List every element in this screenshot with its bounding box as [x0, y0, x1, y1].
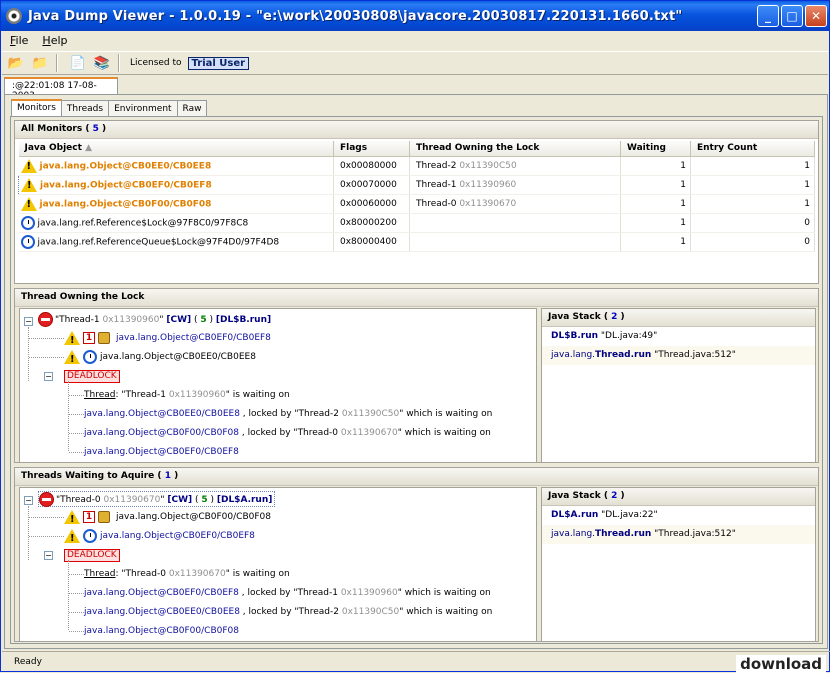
deadlock-node[interactable]: DEADLOCK — [64, 368, 120, 384]
document-chart-icon[interactable]: 📄 — [68, 53, 88, 73]
collapse-toggle[interactable]: − — [44, 551, 53, 560]
table-row[interactable]: java.lang.Object@CB0EE0/CB0EE8 0x0008000… — [18, 156, 815, 176]
tab-threads[interactable]: Threads — [60, 100, 110, 117]
menu-bar: File Help — [2, 32, 828, 50]
view-tabs: Monitors Threads Environment Raw — [11, 99, 208, 117]
deadlock-chain-line[interactable]: java.lang.Object@CB0EF0/CB0EF8 , locked … — [84, 585, 491, 601]
warning-icon — [21, 177, 37, 192]
owning-thread-panel: Thread Owning the Lock − "Thread-1 0x113… — [14, 288, 819, 463]
status-bar: Ready — [2, 651, 830, 671]
stop-icon — [38, 312, 53, 327]
deadlock-thread-line[interactable]: Thread: "Thread-1 0x11390960" is waiting… — [84, 387, 290, 403]
count-badge: 1 — [83, 331, 95, 344]
lock-icon — [98, 510, 110, 523]
tab-monitors[interactable]: Monitors — [11, 99, 62, 117]
column-header-entry-count[interactable]: Entry Count — [690, 141, 815, 157]
table-row[interactable]: java.lang.Object@CB0F00/CB0F08 0x0006000… — [18, 194, 815, 214]
deadlock-chain-line[interactable]: java.lang.Object@CB0EE0/CB0EE8 , locked … — [84, 406, 492, 422]
open-folder-icon[interactable]: 📂 — [6, 53, 26, 73]
monitors-table-wrap: Java Object ▲ Flags Thread Owning the Lo… — [18, 141, 815, 252]
clock-icon — [20, 215, 35, 230]
license-badge: Trial User — [187, 56, 250, 70]
stack-frame[interactable]: java.lang.Thread.run "Thread.java:512" — [542, 525, 815, 544]
deadlock-chain-line[interactable]: java.lang.Object@CB0EE0/CB0EE8 , locked … — [84, 604, 492, 620]
owning-thread-tree: − "Thread-1 0x11390960" [CW] ( 5 ) [DL$B… — [19, 308, 537, 463]
deadlock-chain-end[interactable]: java.lang.Object@CB0EF0/CB0EF8 — [84, 444, 239, 460]
tree-waiting-monitor[interactable]: java.lang.Object@CB0EF0/CB0EF8 — [64, 528, 255, 547]
all-monitors-title: All Monitors ( 5 ) — [15, 121, 818, 139]
menu-help[interactable]: Help — [34, 32, 73, 50]
download-watermark: download — [736, 655, 826, 673]
close-button[interactable]: ✕ — [805, 5, 827, 27]
tree-owned-monitor[interactable]: 1java.lang.Object@CB0EF0/CB0EF8 — [64, 330, 271, 349]
stack-frame[interactable]: DL$B.run "DL.java:49" — [542, 327, 815, 346]
collapse-toggle[interactable]: − — [44, 372, 53, 381]
deadlock-thread-line[interactable]: Thread: "Thread-0 0x11390670" is waiting… — [84, 566, 290, 582]
tree-thread-node[interactable]: "Thread-1 0x11390960" [CW] ( 5 ) [DL$B.r… — [38, 312, 271, 328]
licensed-label: Licensed to — [130, 58, 182, 68]
dump-content: Monitors Threads Environment Raw All Mon… — [4, 94, 828, 649]
warning-icon — [20, 196, 37, 211]
column-header-java-object[interactable]: Java Object ▲ — [18, 141, 334, 157]
stack-frame[interactable]: DL$A.run "DL.java:22" — [542, 506, 815, 525]
column-header-waiting[interactable]: Waiting — [620, 141, 691, 157]
toolbar-separator — [118, 54, 120, 72]
clock-icon — [83, 349, 97, 364]
table-row[interactable]: java.lang.ref.Reference$Lock@97F8C0/97F8… — [18, 213, 815, 233]
all-monitors-panel: All Monitors ( 5 ) Java Object ▲ Flags T… — [14, 120, 819, 284]
app-eye-icon — [6, 8, 22, 24]
window-title: Java Dump Viewer - 1.0.0.19 - "e:\work\2… — [28, 8, 683, 24]
warning-icon — [64, 509, 80, 528]
warning-icon — [64, 349, 80, 368]
monitors-tab-body: All Monitors ( 5 ) Java Object ▲ Flags T… — [10, 116, 823, 644]
deadlock-chain-end[interactable]: java.lang.Object@CB0F00/CB0F08 — [84, 623, 239, 639]
books-icon[interactable]: 📚 — [92, 53, 112, 73]
column-header-thread-owning[interactable]: Thread Owning the Lock — [409, 141, 621, 157]
waiting-threads-panel: Threads Waiting to Aquire ( 1 ) − "Threa… — [14, 467, 819, 642]
waiting-thread-tree: − "Thread-0 0x11390670" [CW] ( 5 ) [DL$A… — [19, 487, 537, 642]
main-window: Java Dump Viewer - 1.0.0.19 - "e:\work\2… — [0, 0, 830, 673]
toolbar-separator — [56, 54, 58, 72]
lock-icon — [98, 331, 110, 344]
deadlock-chain-line[interactable]: java.lang.Object@CB0F00/CB0F08 , locked … — [84, 425, 491, 441]
collapse-toggle[interactable]: − — [24, 317, 33, 326]
warning-icon — [20, 158, 37, 173]
menu-file[interactable]: File — [2, 32, 34, 50]
column-header-flags[interactable]: Flags — [333, 141, 410, 157]
deadlock-badge: DEADLOCK — [64, 370, 120, 383]
clock-icon — [83, 528, 97, 543]
java-stack-title: Java Stack ( 2 ) — [542, 309, 815, 327]
stop-icon — [39, 492, 54, 507]
table-row[interactable]: java.lang.Object@CB0EF0/CB0EF8 0x0007000… — [18, 174, 815, 195]
warning-icon — [64, 330, 80, 349]
stack-frame[interactable]: java.lang.Thread.run "Thread.java:512" — [542, 346, 815, 365]
maximize-button[interactable]: □ — [781, 5, 803, 27]
toolbar: 📂 📁 📄 📚 Licensed to Trial User — [2, 51, 828, 75]
collapse-toggle[interactable]: − — [24, 496, 33, 505]
sort-ascending-icon: ▲ — [85, 143, 92, 154]
tab-environment[interactable]: Environment — [108, 100, 178, 117]
warning-icon — [64, 528, 80, 547]
monitors-table: Java Object ▲ Flags Thread Owning the Lo… — [18, 141, 815, 252]
owning-java-stack: Java Stack ( 2 ) DL$B.run "DL.java:49" j… — [541, 308, 816, 463]
waiting-threads-title: Threads Waiting to Aquire ( 1 ) — [15, 468, 818, 486]
count-badge: 1 — [83, 510, 95, 523]
java-stack-title: Java Stack ( 2 ) — [542, 488, 815, 506]
tab-raw[interactable]: Raw — [176, 100, 208, 117]
title-bar[interactable]: Java Dump Viewer - 1.0.0.19 - "e:\work\2… — [1, 1, 829, 31]
deadlock-badge: DEADLOCK — [64, 549, 120, 562]
dump-tab[interactable]: :@22:01:08 17-08-2003 — [4, 77, 118, 101]
deadlock-node[interactable]: DEADLOCK — [64, 547, 120, 563]
clock-icon — [20, 234, 35, 249]
tree-owned-monitor[interactable]: 1java.lang.Object@CB0F00/CB0F08 — [64, 509, 271, 528]
waiting-java-stack: Java Stack ( 2 ) DL$A.run "DL.java:22" j… — [541, 487, 816, 642]
owning-thread-title: Thread Owning the Lock — [15, 289, 818, 307]
minimize-button[interactable]: _ — [757, 5, 779, 27]
table-row[interactable]: java.lang.ref.ReferenceQueue$Lock@97F4D0… — [18, 232, 815, 252]
tree-waiting-monitor[interactable]: java.lang.Object@CB0EE0/CB0EE8 — [64, 349, 256, 368]
folder-icon[interactable]: 📁 — [30, 53, 50, 73]
monitors-header-row: Java Object ▲ Flags Thread Owning the Lo… — [18, 141, 815, 157]
tree-thread-node[interactable]: "Thread-0 0x11390670" [CW] ( 5 ) [DL$A.r… — [38, 491, 276, 507]
